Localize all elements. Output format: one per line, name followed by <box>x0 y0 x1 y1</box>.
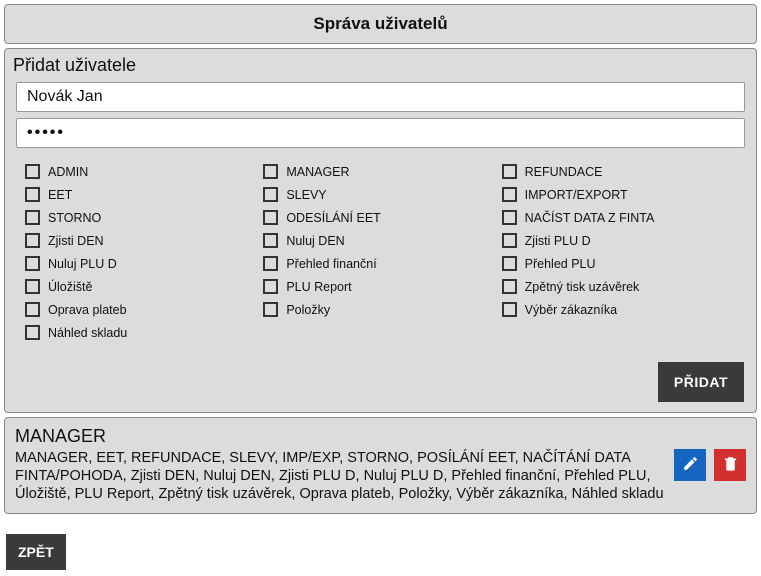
permission-slevy[interactable]: SLEVY <box>263 187 501 202</box>
permission-eet[interactable]: EET <box>25 187 263 202</box>
permission-label: Oprava plateb <box>48 303 127 317</box>
permission-label: Zpětný tisk uzávěrek <box>525 280 640 294</box>
permission-label: ODESÍLÁNÍ EET <box>286 211 380 225</box>
checkbox-icon <box>25 210 40 225</box>
permission-label: Výběr zákazníka <box>525 303 617 317</box>
checkbox-icon <box>502 210 517 225</box>
checkbox-icon <box>263 302 278 317</box>
permission-prehled_plu[interactable]: Přehled PLU <box>502 256 740 271</box>
permission-label: Náhled skladu <box>48 326 127 340</box>
permission-label: SLEVY <box>286 188 326 202</box>
permission-odesilani_eet[interactable]: ODESÍLÁNÍ EET <box>263 210 501 225</box>
permissions-grid: ADMIN MANAGER REFUNDACE EET SLEVY IMPORT/EXPO… <box>11 154 750 344</box>
permission-label: Úložiště <box>48 280 92 294</box>
permission-zjisti_plu_d[interactable]: Zjisti PLU D <box>502 233 740 248</box>
permission-label: NAČÍST DATA Z FINTA <box>525 211 655 225</box>
permission-label: PLU Report <box>286 280 351 294</box>
user-row: MANAGER MANAGER, EET, REFUNDACE, SLEVY, … <box>4 417 757 514</box>
add-user-heading: Přidat uživatele <box>13 55 750 76</box>
permission-label: REFUNDACE <box>525 165 603 179</box>
checkbox-icon <box>263 233 278 248</box>
checkbox-icon <box>263 210 278 225</box>
permission-label: MANAGER <box>286 165 349 179</box>
checkbox-icon <box>502 279 517 294</box>
checkbox-icon <box>502 256 517 271</box>
permission-storno[interactable]: STORNO <box>25 210 263 225</box>
permission-manager[interactable]: MANAGER <box>263 164 501 179</box>
permission-vyber_zakaznika[interactable]: Výběr zákazníka <box>502 302 740 317</box>
checkbox-icon <box>502 233 517 248</box>
user-permissions-text: MANAGER, EET, REFUNDACE, SLEVY, IMP/EXP,… <box>15 449 664 503</box>
add-button[interactable]: PŘIDAT <box>658 362 744 402</box>
permission-plu_report[interactable]: PLU Report <box>263 279 501 294</box>
permission-label: IMPORT/EXPORT <box>525 188 628 202</box>
delete-user-button[interactable] <box>714 449 746 481</box>
checkbox-icon <box>263 164 278 179</box>
permission-label: ADMIN <box>48 165 88 179</box>
page-title: Správa uživatelů <box>4 4 757 44</box>
checkbox-icon <box>502 164 517 179</box>
password-input[interactable]: ••••• <box>16 118 745 148</box>
permission-label: Přehled finanční <box>286 257 376 271</box>
permission-label: Položky <box>286 303 330 317</box>
add-user-panel: Přidat uživatele ••••• ADMIN MANAGER REFUN… <box>4 48 757 413</box>
name-input[interactable] <box>16 82 745 112</box>
checkbox-icon <box>25 279 40 294</box>
checkbox-icon <box>263 279 278 294</box>
back-button[interactable]: ZPĚT <box>6 534 66 570</box>
permission-oprava_plateb[interactable]: Oprava plateb <box>25 302 263 317</box>
permission-label: Zjisti DEN <box>48 234 104 248</box>
permission-admin[interactable]: ADMIN <box>25 164 263 179</box>
permission-nuluj_den[interactable]: Nuluj DEN <box>263 233 501 248</box>
permission-refundace[interactable]: REFUNDACE <box>502 164 740 179</box>
permission-polozky[interactable]: Položky <box>263 302 501 317</box>
checkbox-icon <box>25 233 40 248</box>
permission-nuluj_plu_d[interactable]: Nuluj PLU D <box>25 256 263 271</box>
checkbox-icon <box>25 302 40 317</box>
page-title-text: Správa uživatelů <box>313 14 447 34</box>
checkbox-icon <box>502 187 517 202</box>
permission-label: Přehled PLU <box>525 257 596 271</box>
checkbox-icon <box>263 187 278 202</box>
permission-import_export[interactable]: IMPORT/EXPORT <box>502 187 740 202</box>
permission-uloziste[interactable]: Úložiště <box>25 279 263 294</box>
permission-nacist_data_finta[interactable]: NAČÍST DATA Z FINTA <box>502 210 740 225</box>
checkbox-icon <box>263 256 278 271</box>
permission-label: Nuluj PLU D <box>48 257 117 271</box>
permission-nahled_skladu[interactable]: Náhled skladu <box>25 325 263 340</box>
checkbox-icon <box>25 187 40 202</box>
pencil-icon <box>682 455 699 475</box>
permission-zjisti_den[interactable]: Zjisti DEN <box>25 233 263 248</box>
checkbox-icon <box>502 302 517 317</box>
edit-user-button[interactable] <box>674 449 706 481</box>
checkbox-icon <box>25 325 40 340</box>
trash-icon <box>722 455 739 475</box>
checkbox-icon <box>25 256 40 271</box>
checkbox-icon <box>25 164 40 179</box>
permission-label: EET <box>48 188 72 202</box>
password-mask: ••••• <box>27 122 65 144</box>
permission-label: STORNO <box>48 211 101 225</box>
user-name: MANAGER <box>15 426 664 447</box>
permission-prehled_financni[interactable]: Přehled finanční <box>263 256 501 271</box>
permission-label: Zjisti PLU D <box>525 234 591 248</box>
permission-zpetny_tisk_uzaverek[interactable]: Zpětný tisk uzávěrek <box>502 279 740 294</box>
permission-label: Nuluj DEN <box>286 234 344 248</box>
